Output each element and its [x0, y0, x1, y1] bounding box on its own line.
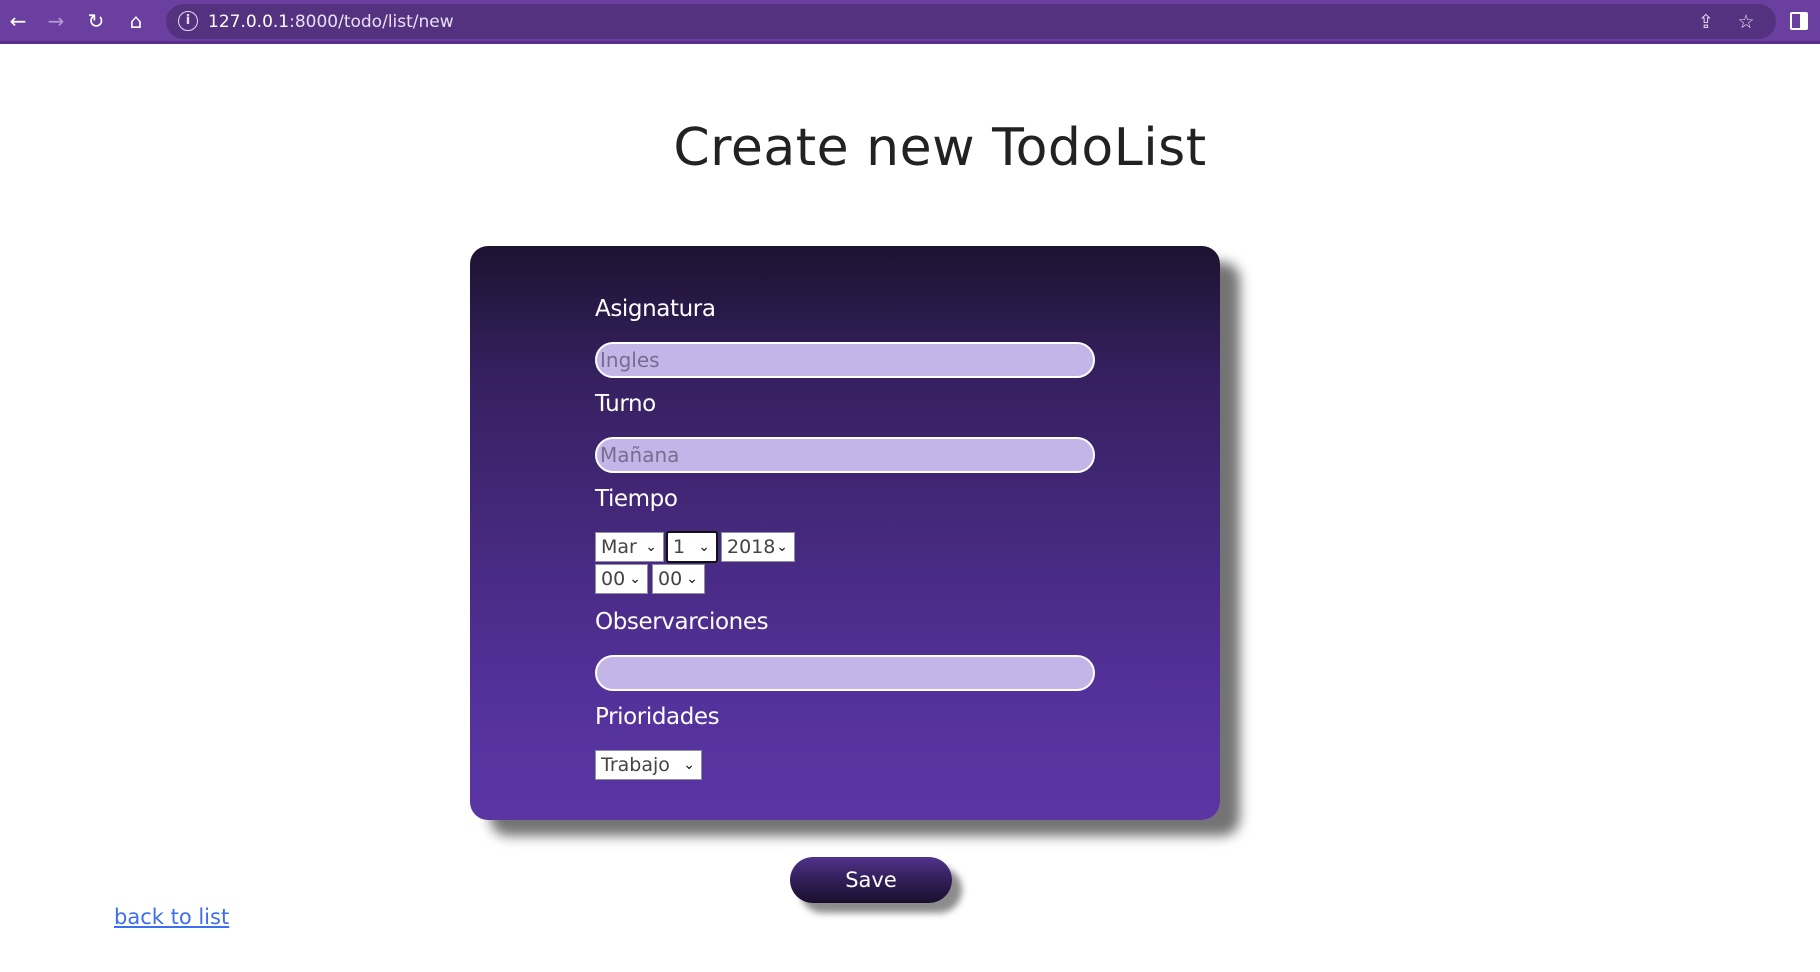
arrow-left-icon[interactable]: ← [4, 7, 32, 35]
observaciones-label: Observarciones [595, 609, 769, 635]
prioridades-select[interactable]: Trabajo ⌄ [595, 750, 702, 780]
day-value: 1 [673, 536, 686, 558]
star-icon[interactable]: ☆ [1733, 9, 1759, 35]
month-select[interactable]: Mar ⌄ [595, 532, 664, 562]
turno-label: Turno [595, 391, 656, 417]
day-select[interactable]: 1 ⌄ [666, 531, 718, 563]
share-icon[interactable]: ⇪ [1693, 9, 1719, 35]
chevron-down-icon: ⌄ [645, 539, 657, 555]
prioridades-value: Trabajo [601, 754, 670, 776]
asignatura-input[interactable] [595, 342, 1095, 378]
info-icon[interactable]: i [178, 11, 198, 31]
reload-icon[interactable]: ↻ [82, 7, 110, 35]
chevron-down-icon: ⌄ [776, 539, 788, 555]
turno-input[interactable] [595, 437, 1095, 473]
year-value: 2018 [727, 536, 776, 558]
todo-form: Asignatura Turno Tiempo Mar ⌄ 1 ⌄ 2018 ⌄… [470, 246, 1220, 820]
arrow-right-icon[interactable]: → [42, 7, 70, 35]
browser-toolbar: ← → ↻ ⌂ i 127.0.0.1:8000/todo/list/new ⇪… [0, 0, 1820, 44]
hour-value: 00 [601, 568, 626, 590]
minute-select[interactable]: 00 ⌄ [652, 564, 705, 594]
url-path: :8000/todo/list/new [289, 12, 454, 32]
minute-value: 00 [658, 568, 683, 590]
url-host: 127.0.0.1 [208, 12, 290, 32]
hour-select[interactable]: 00 ⌄ [595, 564, 648, 594]
address-bar[interactable]: i 127.0.0.1:8000/todo/list/new ⇪ ☆ [166, 4, 1776, 39]
save-button[interactable]: Save [790, 857, 952, 903]
chevron-down-icon: ⌄ [698, 539, 710, 555]
observaciones-input[interactable] [595, 655, 1095, 691]
year-select[interactable]: 2018 ⌄ [721, 532, 795, 562]
url-text[interactable]: 127.0.0.1:8000/todo/list/new [208, 12, 454, 32]
asignatura-label: Asignatura [595, 296, 716, 322]
prioridades-label: Prioridades [595, 704, 720, 730]
chevron-down-icon: ⌄ [686, 571, 698, 587]
toolbar-divider [0, 41, 1820, 44]
chevron-down-icon: ⌄ [683, 757, 695, 773]
page-title: Create new TodoList [673, 118, 1207, 178]
tiempo-label: Tiempo [595, 486, 678, 512]
back-to-list-link[interactable]: back to list [114, 905, 229, 929]
sidebar-toggle-icon[interactable] [1790, 12, 1808, 30]
chevron-down-icon: ⌄ [629, 571, 641, 587]
home-icon[interactable]: ⌂ [122, 7, 150, 35]
month-value: Mar [601, 536, 637, 558]
